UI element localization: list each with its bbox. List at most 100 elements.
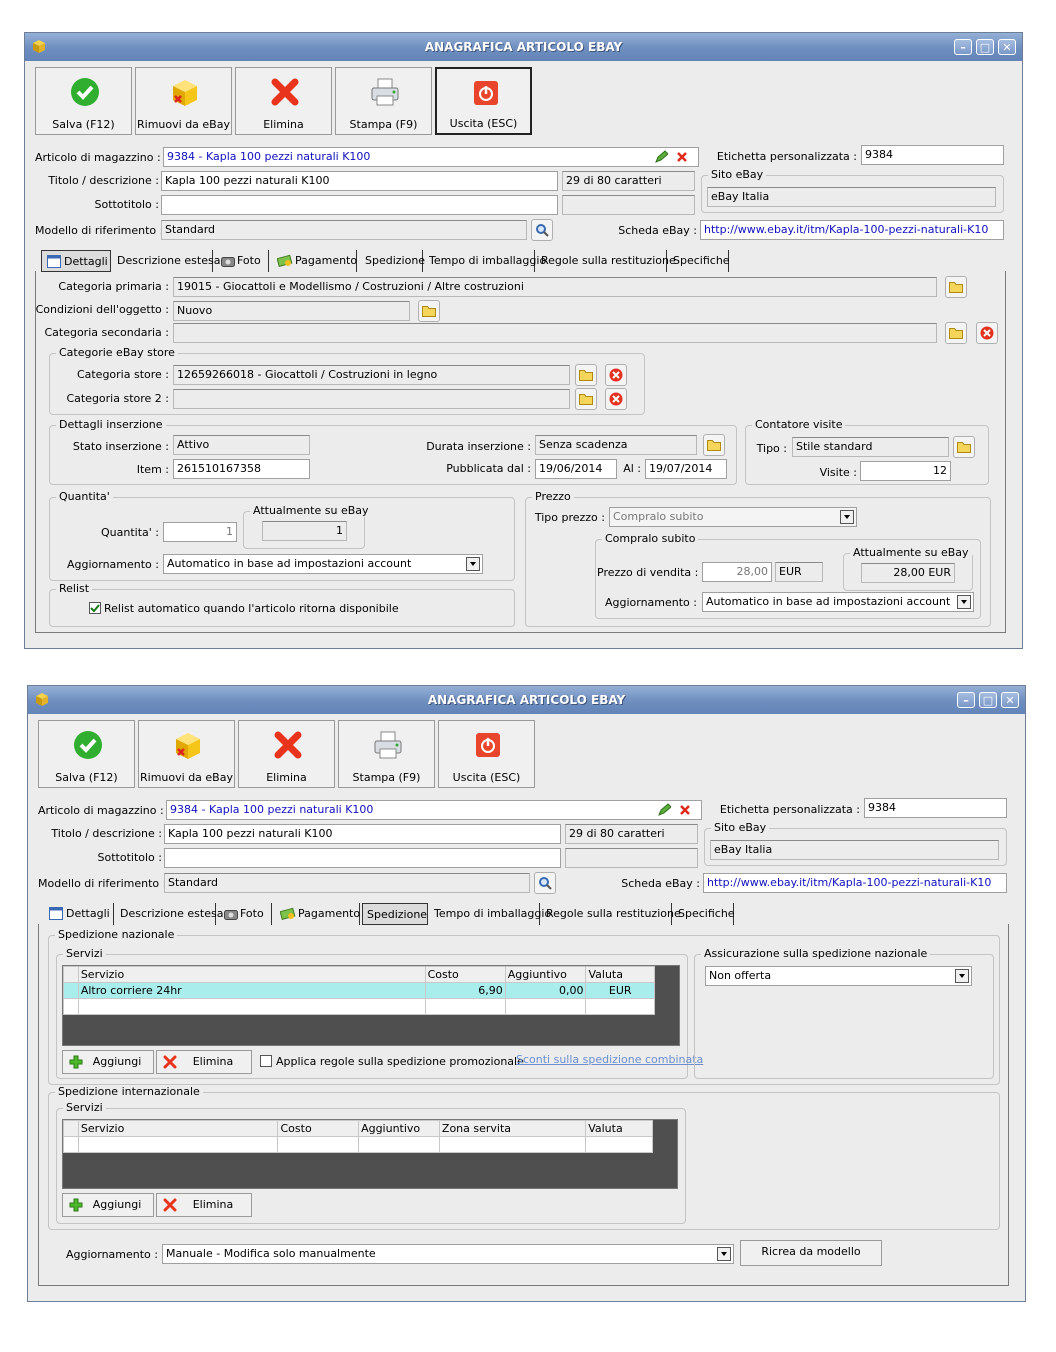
tab-dettagli[interactable]: Dettagli	[44, 903, 114, 925]
minimize-button[interactable]: –	[954, 39, 972, 55]
aggiornamento-prezzo-select[interactable]: Automatico in base ad impostazioni accou…	[702, 592, 974, 612]
modello-search-button[interactable]	[531, 219, 553, 241]
clear-x-icon[interactable]	[676, 151, 688, 163]
scheda-link-field[interactable]: http://www.ebay.it/itm/Kapla-100-pezzi-n…	[700, 220, 1004, 240]
articolo-field[interactable]: 9384 - Kapla 100 pezzi naturali K100	[163, 147, 699, 167]
title-bar: ANAGRAFICA ARTICOLO EBAY – □ ✕	[28, 686, 1025, 714]
condizioni-folder-button[interactable]	[418, 300, 440, 322]
aggiungi-nazionale-button[interactable]: Aggiungi	[62, 1050, 154, 1074]
tab-regole-restituzione[interactable]: Regole sulla restituzione	[542, 903, 681, 925]
cell-servizio[interactable]: Altro corriere 24hr	[77, 982, 426, 999]
quantita-field[interactable]: 1	[163, 522, 237, 542]
tab-tempo-imballaggio[interactable]: Tempo di imballaggio	[430, 903, 551, 925]
aggiornamento-qta-select[interactable]: Automatico in base ad impostazioni accou…	[163, 554, 483, 574]
scheda-link-field[interactable]: http://www.ebay.it/itm/Kapla-100-pezzi-n…	[703, 873, 1007, 893]
table-row-empty[interactable]	[63, 1136, 653, 1153]
promo-checkbox[interactable]	[260, 1055, 272, 1067]
delete-button[interactable]: Elimina	[238, 720, 335, 788]
print-button[interactable]: Stampa (F9)	[335, 67, 432, 135]
cell-costo[interactable]: 6,90	[424, 982, 506, 999]
relist-group-title: Relist	[56, 582, 93, 595]
cell-valuta[interactable]: EUR	[585, 982, 655, 999]
aggiornamento-spedizione-select[interactable]: Manuale - Modifica solo manualmente	[162, 1244, 734, 1264]
minimize-button[interactable]: –	[957, 692, 975, 708]
checkmark-icon	[74, 731, 102, 759]
ricrea-da-modello-button[interactable]: Ricrea da modello	[740, 1240, 882, 1266]
tab-specifiche[interactable]: Specifiche	[669, 250, 730, 272]
cat-secondaria-clear-button[interactable]	[976, 322, 998, 344]
tab-spedizione[interactable]: Spedizione	[362, 903, 428, 925]
cat-store-clear-button[interactable]	[605, 364, 627, 386]
tab-tempo-imballaggio[interactable]: Tempo di imballaggio	[425, 250, 546, 272]
modello-search-button[interactable]	[534, 872, 556, 894]
tab-specifiche[interactable]: Specifiche	[674, 903, 735, 925]
tab-pagamento[interactable]: Pagamento	[276, 903, 360, 925]
pencil-icon[interactable]	[657, 803, 671, 817]
prezzo-vendita-field[interactable]: 28,00	[702, 562, 772, 582]
tab-foto[interactable]: Foto	[220, 903, 272, 925]
tipo-prezzo-select[interactable]: Compralo subito	[609, 507, 857, 527]
sottotitolo-field[interactable]	[161, 195, 558, 215]
pencil-icon[interactable]	[654, 150, 668, 164]
exit-button[interactable]: Uscita (ESC)	[435, 67, 532, 135]
inserzione-group: Dettagli inserzione	[49, 418, 737, 485]
maximize-button[interactable]: □	[979, 692, 997, 708]
sottotitolo-field[interactable]	[164, 848, 561, 868]
maximize-button[interactable]: □	[976, 39, 994, 55]
cell-aggiuntivo[interactable]: 0,00	[504, 982, 587, 999]
elimina-nazionale-button[interactable]: Elimina	[156, 1050, 252, 1074]
cat-primaria-folder-button[interactable]	[945, 276, 967, 298]
cat-store2-clear-button[interactable]	[605, 388, 627, 410]
table-header: Servizio Costo Aggiuntivo Zona servita V…	[63, 1120, 653, 1137]
cat-primaria-field: 19015 - Giocattoli e Modellismo / Costru…	[173, 277, 937, 297]
elimina-internazionale-button[interactable]: Elimina	[156, 1193, 252, 1217]
etichetta-field[interactable]: 9384	[861, 145, 1004, 165]
close-button[interactable]: ✕	[1001, 692, 1019, 708]
remove-from-ebay-button[interactable]: Rimuovi da eBay	[138, 720, 235, 788]
prezzo-group-title: Prezzo	[532, 490, 574, 503]
aggiungi-internazionale-button[interactable]: Aggiungi	[62, 1193, 154, 1217]
exit-button[interactable]: Uscita (ESC)	[438, 720, 535, 788]
etichetta-label: Etichetta personalizzata :	[716, 150, 857, 163]
tab-dettagli[interactable]: Dettagli	[41, 250, 111, 272]
articolo-field[interactable]: 9384 - Kapla 100 pezzi naturali K100	[166, 800, 702, 820]
titolo-field[interactable]: Kapla 100 pezzi naturali K100	[161, 171, 558, 191]
remove-from-ebay-button[interactable]: Rimuovi da eBay	[135, 67, 232, 135]
delete-button[interactable]: Elimina	[235, 67, 332, 135]
item-field[interactable]: 261510167358	[173, 459, 310, 479]
sconti-link[interactable]: Sconti sulla spedizione combinata	[516, 1053, 703, 1066]
servizi-nazionale-grid: Servizio Costo Aggiuntivo Valuta Altro c…	[62, 965, 680, 1046]
tipo-contatore-folder-button[interactable]	[953, 436, 975, 458]
print-button[interactable]: Stampa (F9)	[338, 720, 435, 788]
quantita-group-title: Quantita'	[56, 490, 113, 503]
cat-store2-folder-button[interactable]	[575, 388, 597, 410]
servizi-internazionale-table: Servizio Costo Aggiuntivo Zona servita V…	[63, 1120, 653, 1153]
al-field[interactable]: 19/07/2014	[645, 459, 727, 479]
table-row[interactable]: Altro corriere 24hr 6,90 0,00 EUR	[63, 982, 655, 999]
cat-secondaria-folder-button[interactable]	[945, 322, 967, 344]
tab-pagamento[interactable]: Pagamento	[273, 250, 357, 272]
titolo-field[interactable]: Kapla 100 pezzi naturali K100	[164, 824, 561, 844]
tab-descrizione-estesa[interactable]: Descrizione estesa	[113, 250, 220, 272]
pubblicata-field[interactable]: 19/06/2014	[535, 459, 617, 479]
window-articolo-spedizione: ANAGRAFICA ARTICOLO EBAY – □ ✕ Salva (F1…	[27, 685, 1026, 1302]
assicurazione-select[interactable]: Non offerta	[705, 966, 972, 986]
etichetta-field[interactable]: 9384	[864, 798, 1007, 818]
tab-foto[interactable]: Foto	[217, 250, 269, 272]
tab-descrizione-estesa[interactable]: Descrizione estesa	[116, 903, 223, 925]
sottotitolo-count	[562, 195, 695, 215]
cat-store-folder-button[interactable]	[575, 364, 597, 386]
modello-field[interactable]: Standard	[164, 873, 530, 893]
save-button[interactable]: Salva (F12)	[38, 720, 135, 788]
modello-field[interactable]: Standard	[161, 220, 527, 240]
durata-folder-button[interactable]	[703, 434, 725, 456]
tab-regole-restituzione[interactable]: Regole sulla restituzione	[537, 250, 676, 272]
table-row-empty[interactable]	[63, 998, 655, 1015]
save-button[interactable]: Salva (F12)	[35, 67, 132, 135]
clear-x-icon[interactable]	[679, 804, 691, 816]
visite-field[interactable]: 12	[860, 461, 951, 481]
sottotitolo-label: Sottotitolo :	[94, 198, 159, 211]
relist-checkbox[interactable]	[89, 602, 101, 614]
tab-spedizione[interactable]: Spedizione	[361, 250, 425, 272]
close-button[interactable]: ✕	[998, 39, 1016, 55]
